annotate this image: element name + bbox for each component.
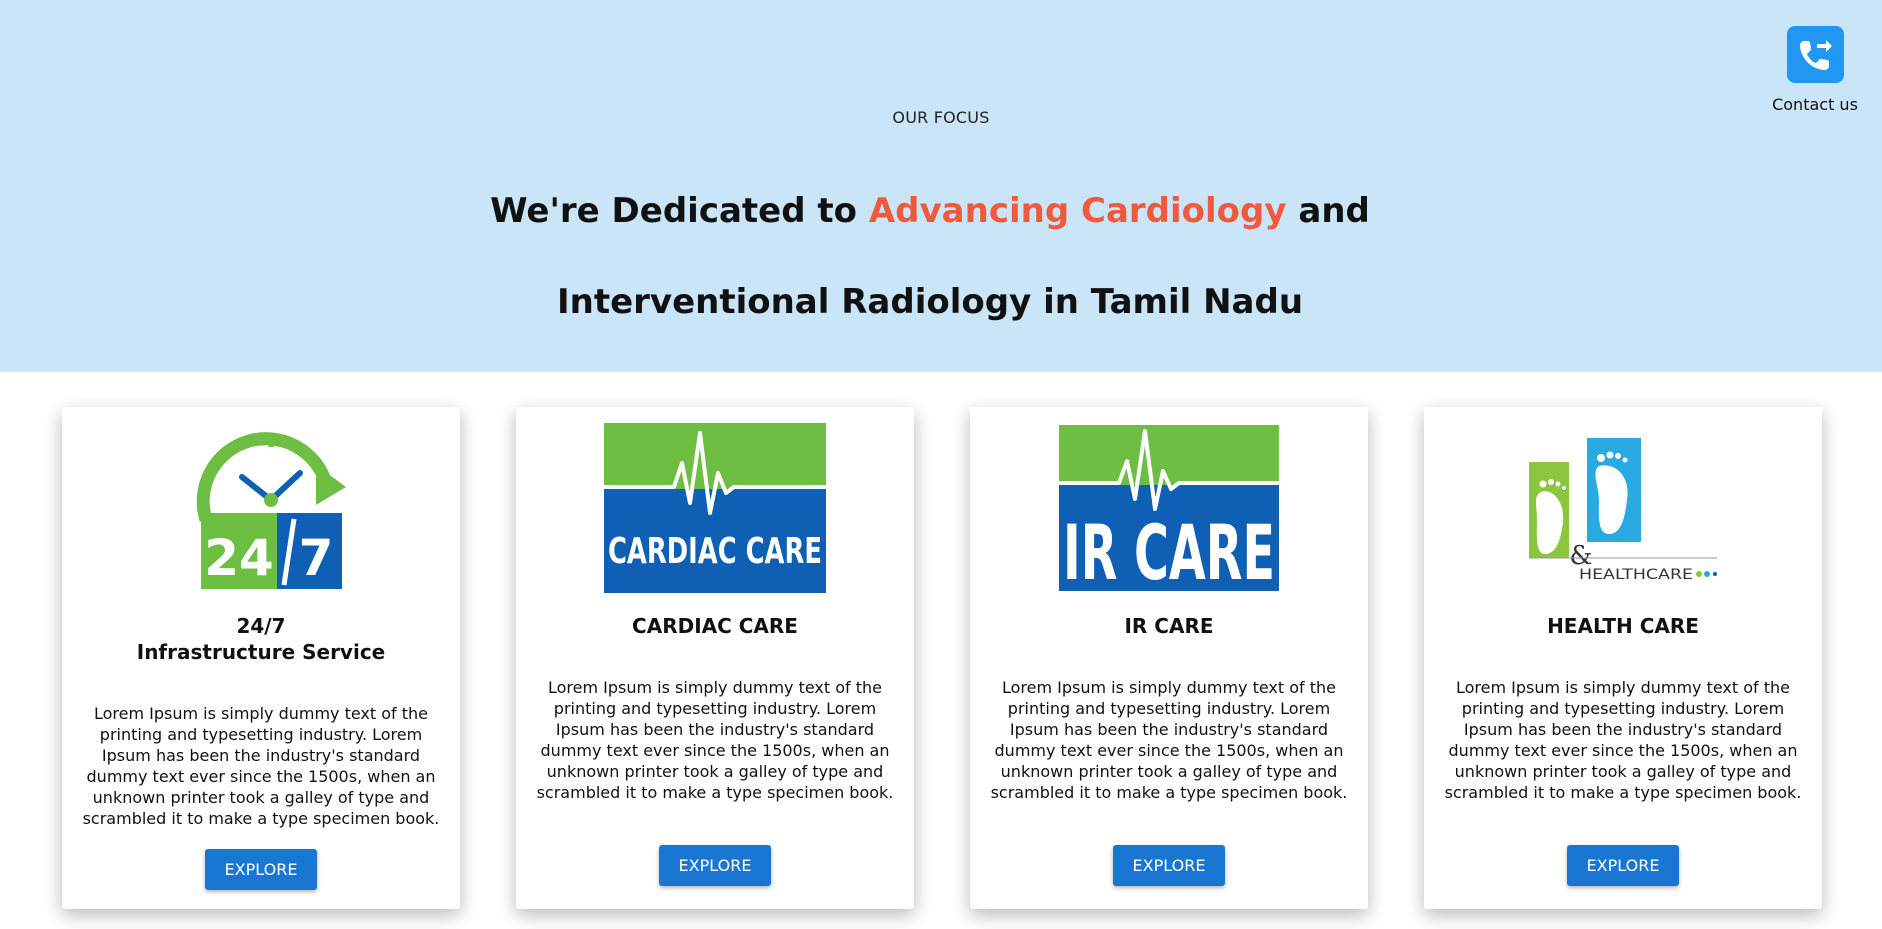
section-eyebrow: OUR FOCUS	[892, 108, 990, 127]
contact-us-button[interactable]: Contact us	[1764, 26, 1866, 114]
card-description: Lorem Ipsum is simply dummy text of the …	[1444, 678, 1802, 805]
service-card-cardiac-care: CARDIAC CARE CARDIAC CARE Lorem Ipsum is…	[516, 407, 914, 909]
explore-button[interactable]: EXPLORE	[1113, 845, 1225, 886]
section-headline: We're Dedicated to Advancing Cardiology …	[490, 166, 1370, 348]
card-title: IR CARE	[1124, 614, 1214, 638]
headline-part2: and	[1286, 191, 1370, 231]
card-title-line2: Infrastructure Service	[136, 640, 386, 664]
headline-accent: Advancing Cardiology	[868, 191, 1287, 231]
cardiac-care-logo-text: CARDIAC CARE	[608, 531, 822, 572]
headline-line2: Interventional Radiology in Tamil Nadu	[556, 282, 1304, 322]
svg-text:24: 24	[204, 529, 274, 587]
card-title-line1: 24/7	[236, 614, 286, 638]
headline-part1: We're Dedicated to	[490, 191, 869, 231]
card-description: Lorem Ipsum is simply dummy text of the …	[990, 678, 1348, 805]
ir-care-logo-text: IR CARE	[1063, 508, 1275, 591]
clock-24-7-icon: 24 7	[62, 421, 460, 595]
card-title: HEALTH CARE	[1547, 614, 1699, 638]
service-card-health-care: & HEALTHCARE HEALTH CARE Lorem Ipsum is …	[1424, 407, 1822, 909]
focus-banner: OUR FOCUS We're Dedicated to Advancing C…	[0, 0, 1882, 372]
phone-forward-icon[interactable]	[1786, 26, 1844, 83]
service-card-ir-care: IR CARE IR CARE Lorem Ipsum is simply du…	[970, 407, 1368, 909]
feet-healthcare-logo: & HEALTHCARE	[1424, 421, 1822, 595]
explore-button[interactable]: EXPLORE	[1567, 845, 1679, 886]
service-card-24-7: 24 7 24/7 Infrastructure Service Lorem I…	[62, 407, 460, 909]
contact-us-label[interactable]: Contact us	[1764, 95, 1866, 114]
card-description: Lorem Ipsum is simply dummy text of the …	[536, 678, 894, 805]
healthcare-logo-text: HEALTHCARE	[1579, 567, 1693, 583]
card-title: CARDIAC CARE	[632, 614, 798, 638]
card-description: Lorem Ipsum is simply dummy text of the …	[82, 704, 440, 828]
explore-button[interactable]: EXPLORE	[659, 845, 771, 886]
cardiac-care-logo: CARDIAC CARE	[516, 421, 914, 595]
svg-text:7: 7	[299, 529, 334, 587]
explore-button[interactable]: EXPLORE	[205, 849, 317, 890]
card-title: 24/7 Infrastructure Service	[62, 613, 460, 665]
ir-care-logo: IR CARE	[970, 421, 1368, 595]
